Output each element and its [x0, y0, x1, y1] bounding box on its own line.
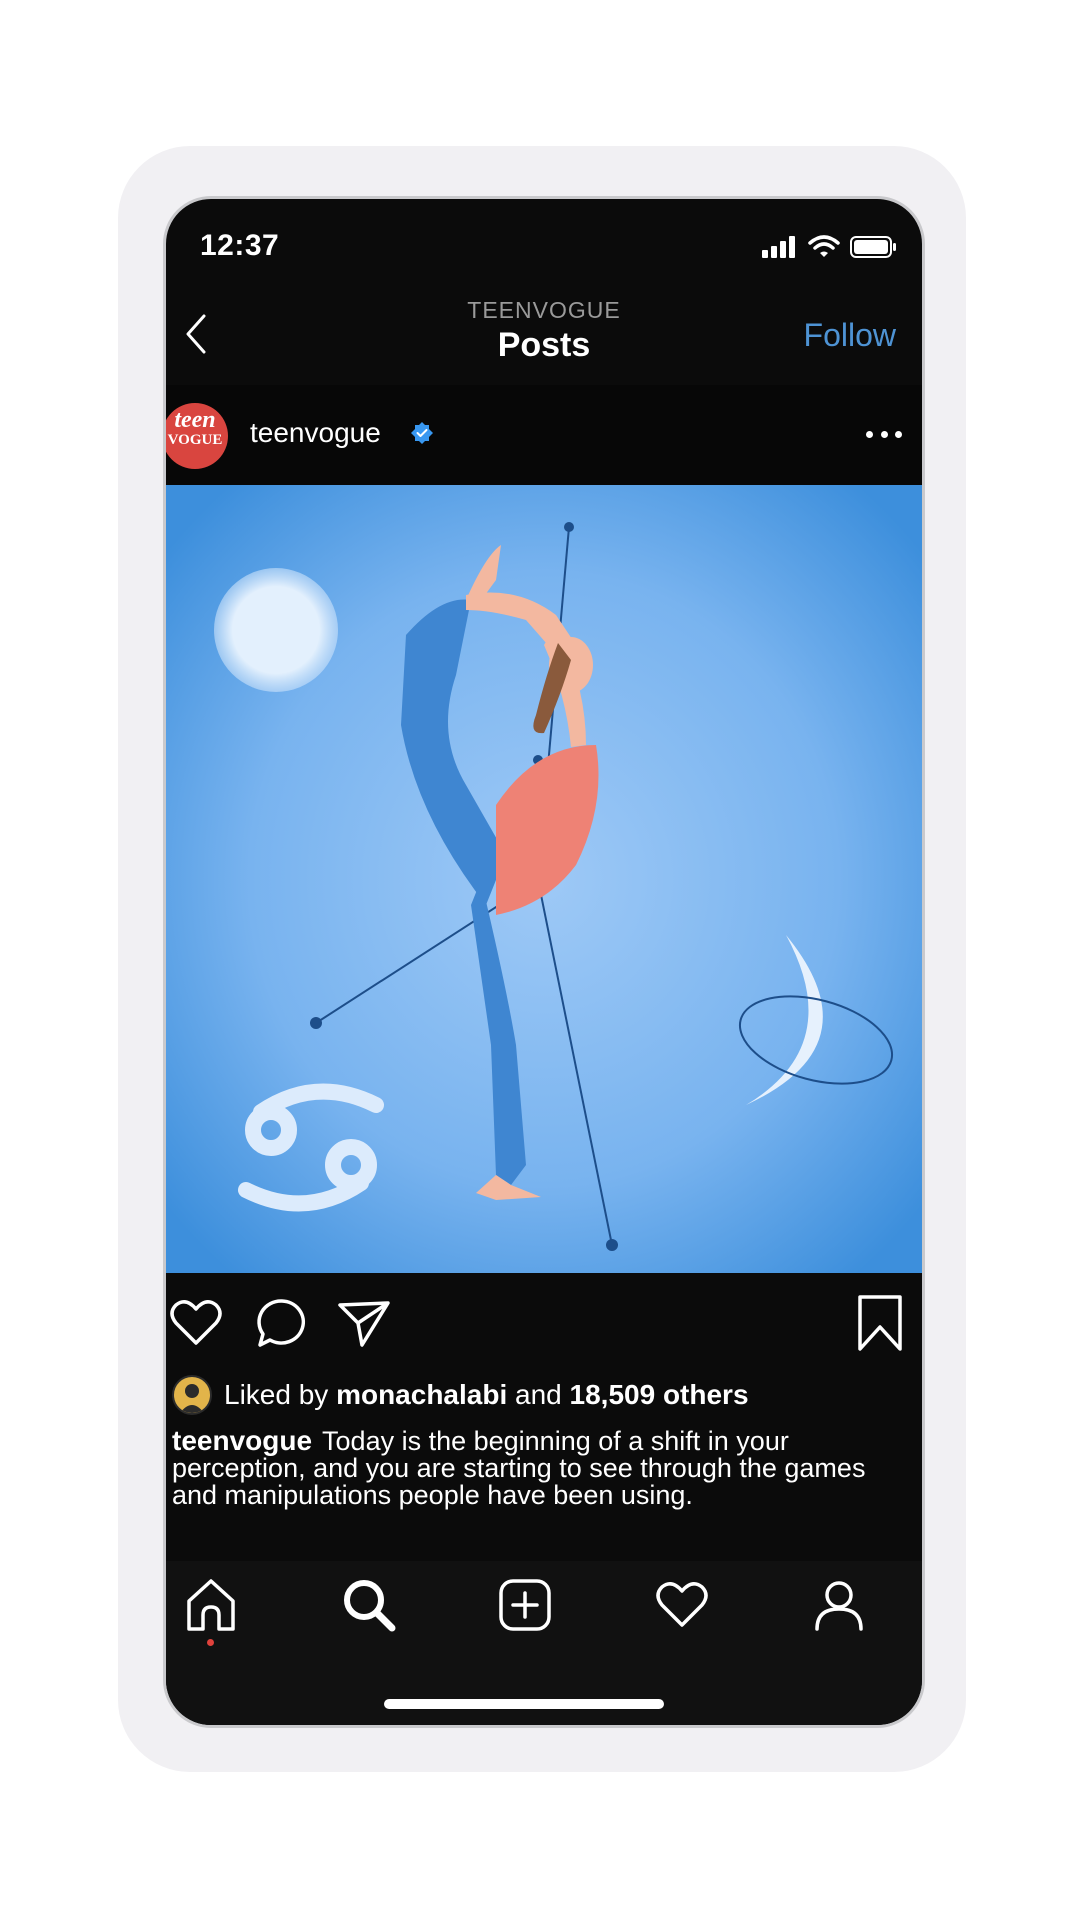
bottom-tab-bar: [166, 1561, 922, 1725]
battery-icon: [850, 236, 896, 258]
comment-button[interactable]: [254, 1295, 310, 1351]
likes-middle: and: [515, 1379, 562, 1410]
phone-screen: 12:37 TEENVOGUE Posts Follow teen VOGUE …: [163, 196, 925, 1728]
plus-square-icon[interactable]: [497, 1577, 553, 1633]
save-button[interactable]: [852, 1295, 908, 1351]
post-caption: teenvogue Today is the beginning of a shi…: [172, 1427, 872, 1509]
status-time: 12:37: [200, 229, 280, 262]
status-icons: [762, 235, 898, 259]
liker-avatar: [172, 1375, 212, 1415]
home-indicator[interactable]: [384, 1699, 664, 1709]
signal-icon: [762, 236, 795, 258]
caption-author[interactable]: teenvogue: [172, 1425, 312, 1456]
person-silhouette-icon: [180, 1384, 204, 1413]
full-moon-illustration: [214, 568, 338, 692]
likes-prefix: Liked by: [224, 1379, 329, 1410]
like-button[interactable]: [168, 1295, 224, 1351]
status-bar: 12:37: [166, 199, 922, 289]
share-button[interactable]: [336, 1295, 392, 1351]
verified-badge-icon: [411, 422, 433, 444]
nav-header: TEENVOGUE Posts Follow: [166, 289, 922, 385]
home-notification-dot: [207, 1639, 214, 1646]
heart-icon[interactable]: [654, 1577, 710, 1633]
person-icon[interactable]: [811, 1577, 867, 1633]
home-icon[interactable]: [183, 1577, 239, 1633]
likes-count[interactable]: 18,509 others: [570, 1379, 749, 1411]
wifi-icon: [808, 235, 840, 257]
more-horizontal-icon: [866, 430, 873, 438]
post-header: teen VOGUE teenvogue: [166, 385, 922, 485]
liker-username[interactable]: monachalabi: [336, 1379, 507, 1411]
post-actions: [166, 1273, 922, 1373]
avatar-logo-line1: teen: [174, 407, 216, 433]
post-username[interactable]: teenvogue: [250, 417, 381, 449]
follow-button[interactable]: Follow: [804, 317, 896, 354]
search-icon[interactable]: [341, 1577, 397, 1633]
avatar-logo-line2: VOGUE: [167, 432, 223, 448]
more-options-button[interactable]: [866, 419, 902, 449]
post-image[interactable]: [166, 485, 922, 1273]
likes-summary[interactable]: Liked by monachalabi and 18,509 others: [172, 1374, 749, 1416]
avatar[interactable]: teen VOGUE: [166, 403, 228, 469]
